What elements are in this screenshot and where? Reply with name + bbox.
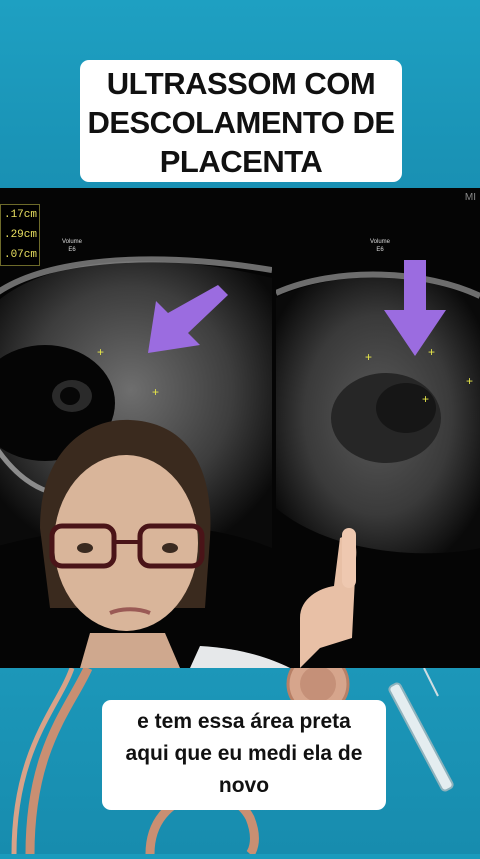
caliper-marker-icon: + — [466, 374, 474, 388]
title-line-3: PLACENTA — [159, 144, 323, 179]
right-arrow-icon — [384, 260, 446, 356]
measurement-readout: .17cm .29cm .07cm — [0, 204, 40, 266]
title-caption: ULTRASSOM COM DESCOLAMENTO DE PLACENTA — [80, 60, 402, 182]
caliper-marker-icon: + — [422, 392, 430, 406]
presenter-video-overlay — [40, 419, 357, 668]
video-frame: MI .17cm .29cm .07cm Volume E6 + + Volum… — [0, 188, 480, 668]
title-line-1: ULTRASSOM COM — [106, 66, 376, 101]
measurement-2: .29cm — [3, 229, 37, 241]
measurement-1: .17cm — [3, 209, 37, 221]
measurement-3: .07cm — [3, 249, 37, 261]
caliper-marker-icon: + — [365, 350, 373, 364]
right-volume-label: Volume E6 — [370, 239, 391, 253]
subtitle-line-2: aqui que eu medi ela de — [125, 742, 363, 765]
left-volume-label: Volume E6 — [62, 239, 83, 253]
subtitle-line-1: e tem essa área preta — [137, 710, 351, 733]
title-line-2: DESCOLAMENTO DE — [87, 105, 395, 140]
left-arrow-icon — [148, 285, 228, 353]
caliper-marker-icon: + — [428, 345, 436, 359]
subtitle-line-3: novo — [218, 774, 270, 797]
caliper-marker-icon: + — [152, 385, 160, 399]
caliper-marker-icon: + — [97, 345, 105, 359]
subtitle-caption: e tem essa área preta aqui que eu medi e… — [102, 700, 386, 810]
